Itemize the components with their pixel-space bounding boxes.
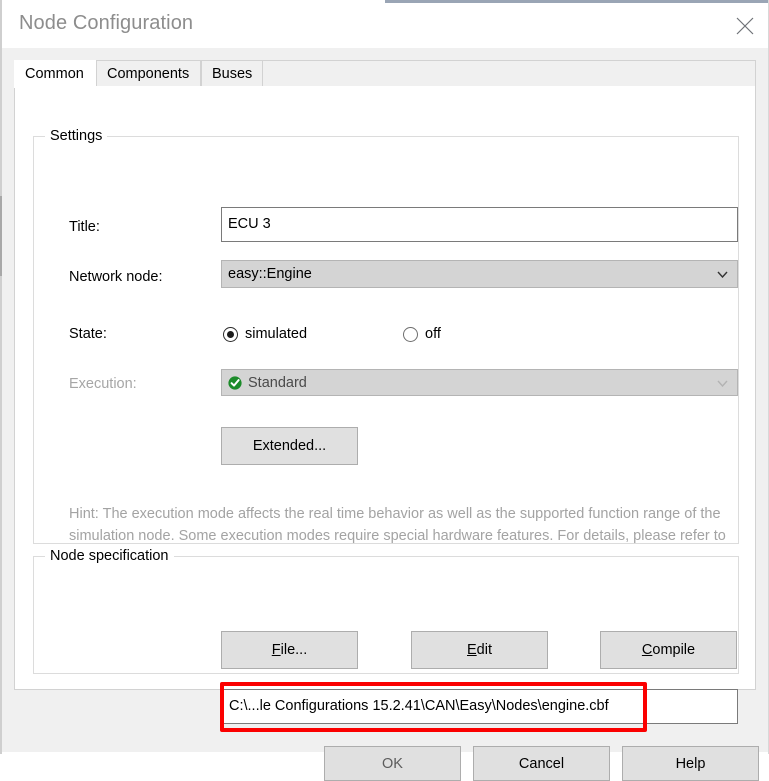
settings-group-title: Settings xyxy=(45,128,108,144)
radio-off[interactable]: off xyxy=(403,326,441,342)
close-x-glyph xyxy=(736,17,754,35)
green-check-icon xyxy=(228,375,242,390)
tab-components-label: Components xyxy=(107,66,190,82)
dialog-body: Common Components Buses Settings Title: … xyxy=(2,48,768,781)
ok-button[interactable]: OK xyxy=(324,746,461,781)
network-node-value: easy::Engine xyxy=(228,266,312,282)
network-node-label: Network node: xyxy=(69,269,163,285)
tab-components[interactable]: Components xyxy=(96,60,201,87)
radio-off-label: off xyxy=(425,326,441,342)
settings-group: Settings xyxy=(33,128,739,544)
title-input[interactable]: ECU 3 xyxy=(221,207,738,242)
network-node-select[interactable]: easy::Engine xyxy=(221,260,738,288)
tab-page-common: Settings Title: ECU 3 Network node: easy… xyxy=(14,86,756,732)
compile-button-mnemonic: C xyxy=(641,642,653,658)
radio-simulated[interactable]: simulated xyxy=(223,326,307,342)
node-specification-path-input[interactable]: C:\...le Configurations 15.2.41\CAN\Easy… xyxy=(222,689,738,724)
chevron-down-icon-disabled xyxy=(717,380,728,387)
file-button[interactable]: File... xyxy=(221,631,358,669)
radio-off-dot xyxy=(403,326,418,342)
radio-simulated-dot xyxy=(223,326,238,342)
title-label: Title: xyxy=(69,219,100,235)
tab-buses[interactable]: Buses xyxy=(201,60,263,87)
execution-select: Standard xyxy=(221,369,738,396)
help-button[interactable]: Help xyxy=(622,746,759,781)
edit-button-mnemonic: E xyxy=(467,642,477,658)
tab-strip-filler xyxy=(263,60,756,87)
file-button-mnemonic: F xyxy=(271,642,281,658)
window-title: Node Configuration xyxy=(19,12,194,34)
radio-simulated-label: simulated xyxy=(245,326,308,342)
tab-common[interactable]: Common xyxy=(14,60,96,88)
node-specification-group-title: Node specification xyxy=(45,548,174,564)
title-bar: Node Configuration xyxy=(2,3,768,48)
execution-label: Execution: xyxy=(69,376,137,392)
cancel-button[interactable]: Cancel xyxy=(473,746,610,781)
edit-button[interactable]: Edit xyxy=(411,631,548,669)
state-label: State: xyxy=(69,326,107,342)
extended-button[interactable]: Extended... xyxy=(221,427,358,465)
compile-button-rest: ompile xyxy=(652,642,696,658)
compile-button[interactable]: Compile xyxy=(600,631,737,669)
tab-strip: Common Components Buses xyxy=(14,60,756,88)
tab-common-label: Common xyxy=(25,66,84,82)
execution-value: Standard xyxy=(248,374,307,391)
close-icon[interactable] xyxy=(722,3,768,47)
file-button-rest: ile... xyxy=(280,642,308,658)
tab-buses-label: Buses xyxy=(212,66,253,82)
edit-button-rest: dit xyxy=(476,642,492,658)
node-configuration-dialog: Node Configuration Common Components Bus… xyxy=(0,0,769,781)
chevron-down-icon xyxy=(717,271,728,278)
